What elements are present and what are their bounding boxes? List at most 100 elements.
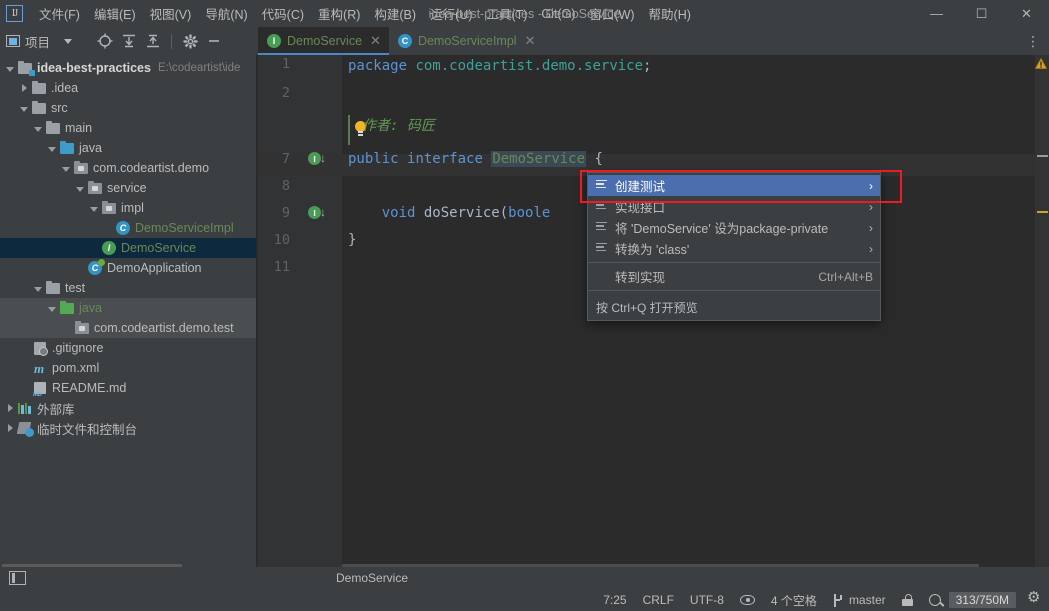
tree-item-scratches-and-consoles[interactable]: 临时文件和控制台 (0, 418, 256, 438)
menu-code[interactable]: 代码(C) (255, 1, 311, 26)
tree-item-service[interactable]: service (0, 178, 256, 198)
git-branch-widget[interactable]: master (825, 593, 894, 607)
file-encoding[interactable]: UTF-8 (682, 593, 732, 607)
search-everywhere-button[interactable] (921, 594, 949, 606)
tree-item-test-java[interactable]: java (0, 298, 256, 318)
menu-item-goto-implementation[interactable]: 转到实现 Ctrl+Alt+B (588, 266, 880, 287)
tree-item-idea-best-practices[interactable]: idea-best-practices E:\codeartist\ide (0, 58, 256, 78)
menu-tools[interactable]: 工具(T) (479, 1, 534, 26)
menu-item-create-test[interactable]: 创建测试 › (588, 175, 880, 196)
tree-item-label: .idea (51, 81, 79, 95)
menu-file[interactable]: 文件(F) (32, 1, 87, 26)
menu-edit[interactable]: 编辑(E) (87, 1, 143, 26)
menu-item-implement-interface[interactable]: 实现接口 › (588, 196, 880, 217)
folder-icon (31, 80, 47, 96)
menu-view[interactable]: 视图(V) (143, 1, 199, 26)
hide-panel-icon[interactable] (203, 30, 225, 52)
interface-icon: I (267, 34, 281, 48)
warning-triangle-icon[interactable] (1035, 58, 1047, 70)
breadcrumb[interactable]: DemoService (336, 571, 408, 585)
code-line-9: void doService(boole (348, 205, 551, 221)
line-number: 11 (273, 259, 290, 275)
chevron-icon[interactable] (4, 62, 17, 75)
tree-item-main-java[interactable]: java (0, 138, 256, 158)
minimize-icon[interactable]: — (914, 0, 959, 27)
menu-navigate[interactable]: 导航(N) (198, 1, 254, 26)
chevron-icon[interactable] (88, 202, 101, 215)
tree-item-readme-md[interactable]: README.md (0, 378, 256, 398)
close-icon[interactable]: ✕ (1004, 0, 1049, 27)
menu-help[interactable]: 帮助(H) (642, 1, 698, 26)
gear-icon[interactable] (179, 30, 201, 52)
tree-item-demoserviceimpl[interactable]: C DemoServiceImpl (0, 218, 256, 238)
chevron-icon[interactable] (60, 162, 73, 175)
menu-run[interactable]: 运行(U) (423, 1, 479, 26)
project-tool-window-button[interactable]: 项目 (6, 32, 73, 51)
tree-item-demoapplication[interactable]: C DemoApplication (0, 258, 256, 278)
memory-indicator[interactable]: 313/750M (948, 592, 1016, 608)
read-only-toggle[interactable] (732, 595, 763, 605)
tree-item-label: com.codeartist.demo (93, 161, 210, 175)
menu-item-make-package-private[interactable]: 将 'DemoService' 设为package-private › (588, 217, 880, 238)
tree-item-pom-xml[interactable]: m pom.xml (0, 358, 256, 378)
status-bar: 7:25 CRLF UTF-8 4 个空格 master 313/750M (0, 588, 1049, 611)
tree-item-test[interactable]: test (0, 278, 256, 298)
tree-item-com-codeartist-demo[interactable]: com.codeartist.demo (0, 158, 256, 178)
tree-item-main[interactable]: main (0, 118, 256, 138)
project-folder-icon (17, 60, 35, 76)
tree-item-external-libraries[interactable]: 外部库 (0, 398, 256, 418)
more-options-icon[interactable]: ⋮ (1023, 27, 1043, 55)
project-tree[interactable]: idea-best-practices E:\codeartist\ide .i… (0, 55, 256, 573)
menu-git[interactable]: Git(G) (534, 4, 582, 24)
chevron-icon[interactable] (46, 142, 59, 155)
chevron-icon[interactable] (18, 82, 31, 95)
close-icon[interactable]: ✕ (525, 33, 536, 49)
intention-icon (596, 200, 615, 214)
close-icon[interactable]: ✕ (370, 33, 381, 49)
lock-widget[interactable] (894, 594, 921, 606)
caret-position[interactable]: 7:25 (595, 593, 634, 607)
chevron-icon[interactable] (4, 422, 17, 435)
line-number: 8 (281, 178, 290, 194)
expand-all-icon[interactable] (118, 30, 140, 52)
menu-window[interactable]: 窗口(W) (582, 1, 641, 26)
tab-demoserviceimpl[interactable]: C DemoServiceImpl ✕ (389, 27, 544, 55)
tree-item-gitignore[interactable]: .gitignore (0, 338, 256, 358)
chevron-icon[interactable] (18, 102, 31, 115)
tree-item-idea[interactable]: .idea (0, 78, 256, 98)
eye-icon (739, 595, 755, 605)
chevron-icon[interactable] (74, 182, 87, 195)
tab-label: DemoService (287, 34, 363, 48)
chevron-down-icon[interactable] (64, 38, 73, 44)
maximize-icon[interactable]: ☐ (959, 0, 1004, 27)
menu-build[interactable]: 构建(B) (367, 1, 423, 26)
chevron-icon[interactable] (32, 122, 45, 135)
editor-gutter[interactable]: 1 2 7 8 9 10 11 I ↓ I ↓ (258, 55, 342, 573)
tree-item-src[interactable]: src (0, 98, 256, 118)
marker-warning (1037, 211, 1048, 213)
chevron-icon[interactable] (4, 402, 17, 415)
navigation-bar: DemoService (0, 567, 1049, 589)
implemented-by-marker-icon[interactable]: I ↓ (308, 205, 326, 223)
locate-icon[interactable] (94, 30, 116, 52)
menu-item-label: 创建测试 (615, 180, 666, 194)
implemented-by-marker-icon[interactable]: I ↓ (308, 151, 326, 169)
menu-refactor[interactable]: 重构(R) (311, 1, 367, 26)
editor-marker-bar[interactable] (1035, 55, 1049, 573)
tab-demoservice[interactable]: I DemoService ✕ (258, 27, 389, 55)
indent-setting[interactable]: 4 个空格 (763, 592, 825, 609)
tree-item-demoservice[interactable]: I DemoService (0, 238, 256, 258)
menu-preview-hint: 按 Ctrl+Q 打开预览 (596, 300, 698, 315)
line-separator[interactable]: CRLF (635, 593, 682, 607)
chevron-icon[interactable] (32, 282, 45, 295)
chevron-icon[interactable] (46, 302, 59, 315)
tree-item-label: pom.xml (52, 361, 100, 375)
collapse-all-icon[interactable] (142, 30, 164, 52)
intention-context-menu[interactable]: 创建测试 › 实现接口 › 将 'DemoService' 设为package-… (587, 172, 881, 321)
editor-layout-icon[interactable] (9, 571, 26, 585)
tree-item-impl[interactable]: impl (0, 198, 256, 218)
tree-item-com-codeartist-demo-test[interactable]: com.codeartist.demo.test (0, 318, 256, 338)
settings-button[interactable] (1020, 588, 1049, 607)
package-icon (74, 320, 90, 336)
menu-item-convert-to-class[interactable]: 转换为 'class' › (588, 238, 880, 259)
